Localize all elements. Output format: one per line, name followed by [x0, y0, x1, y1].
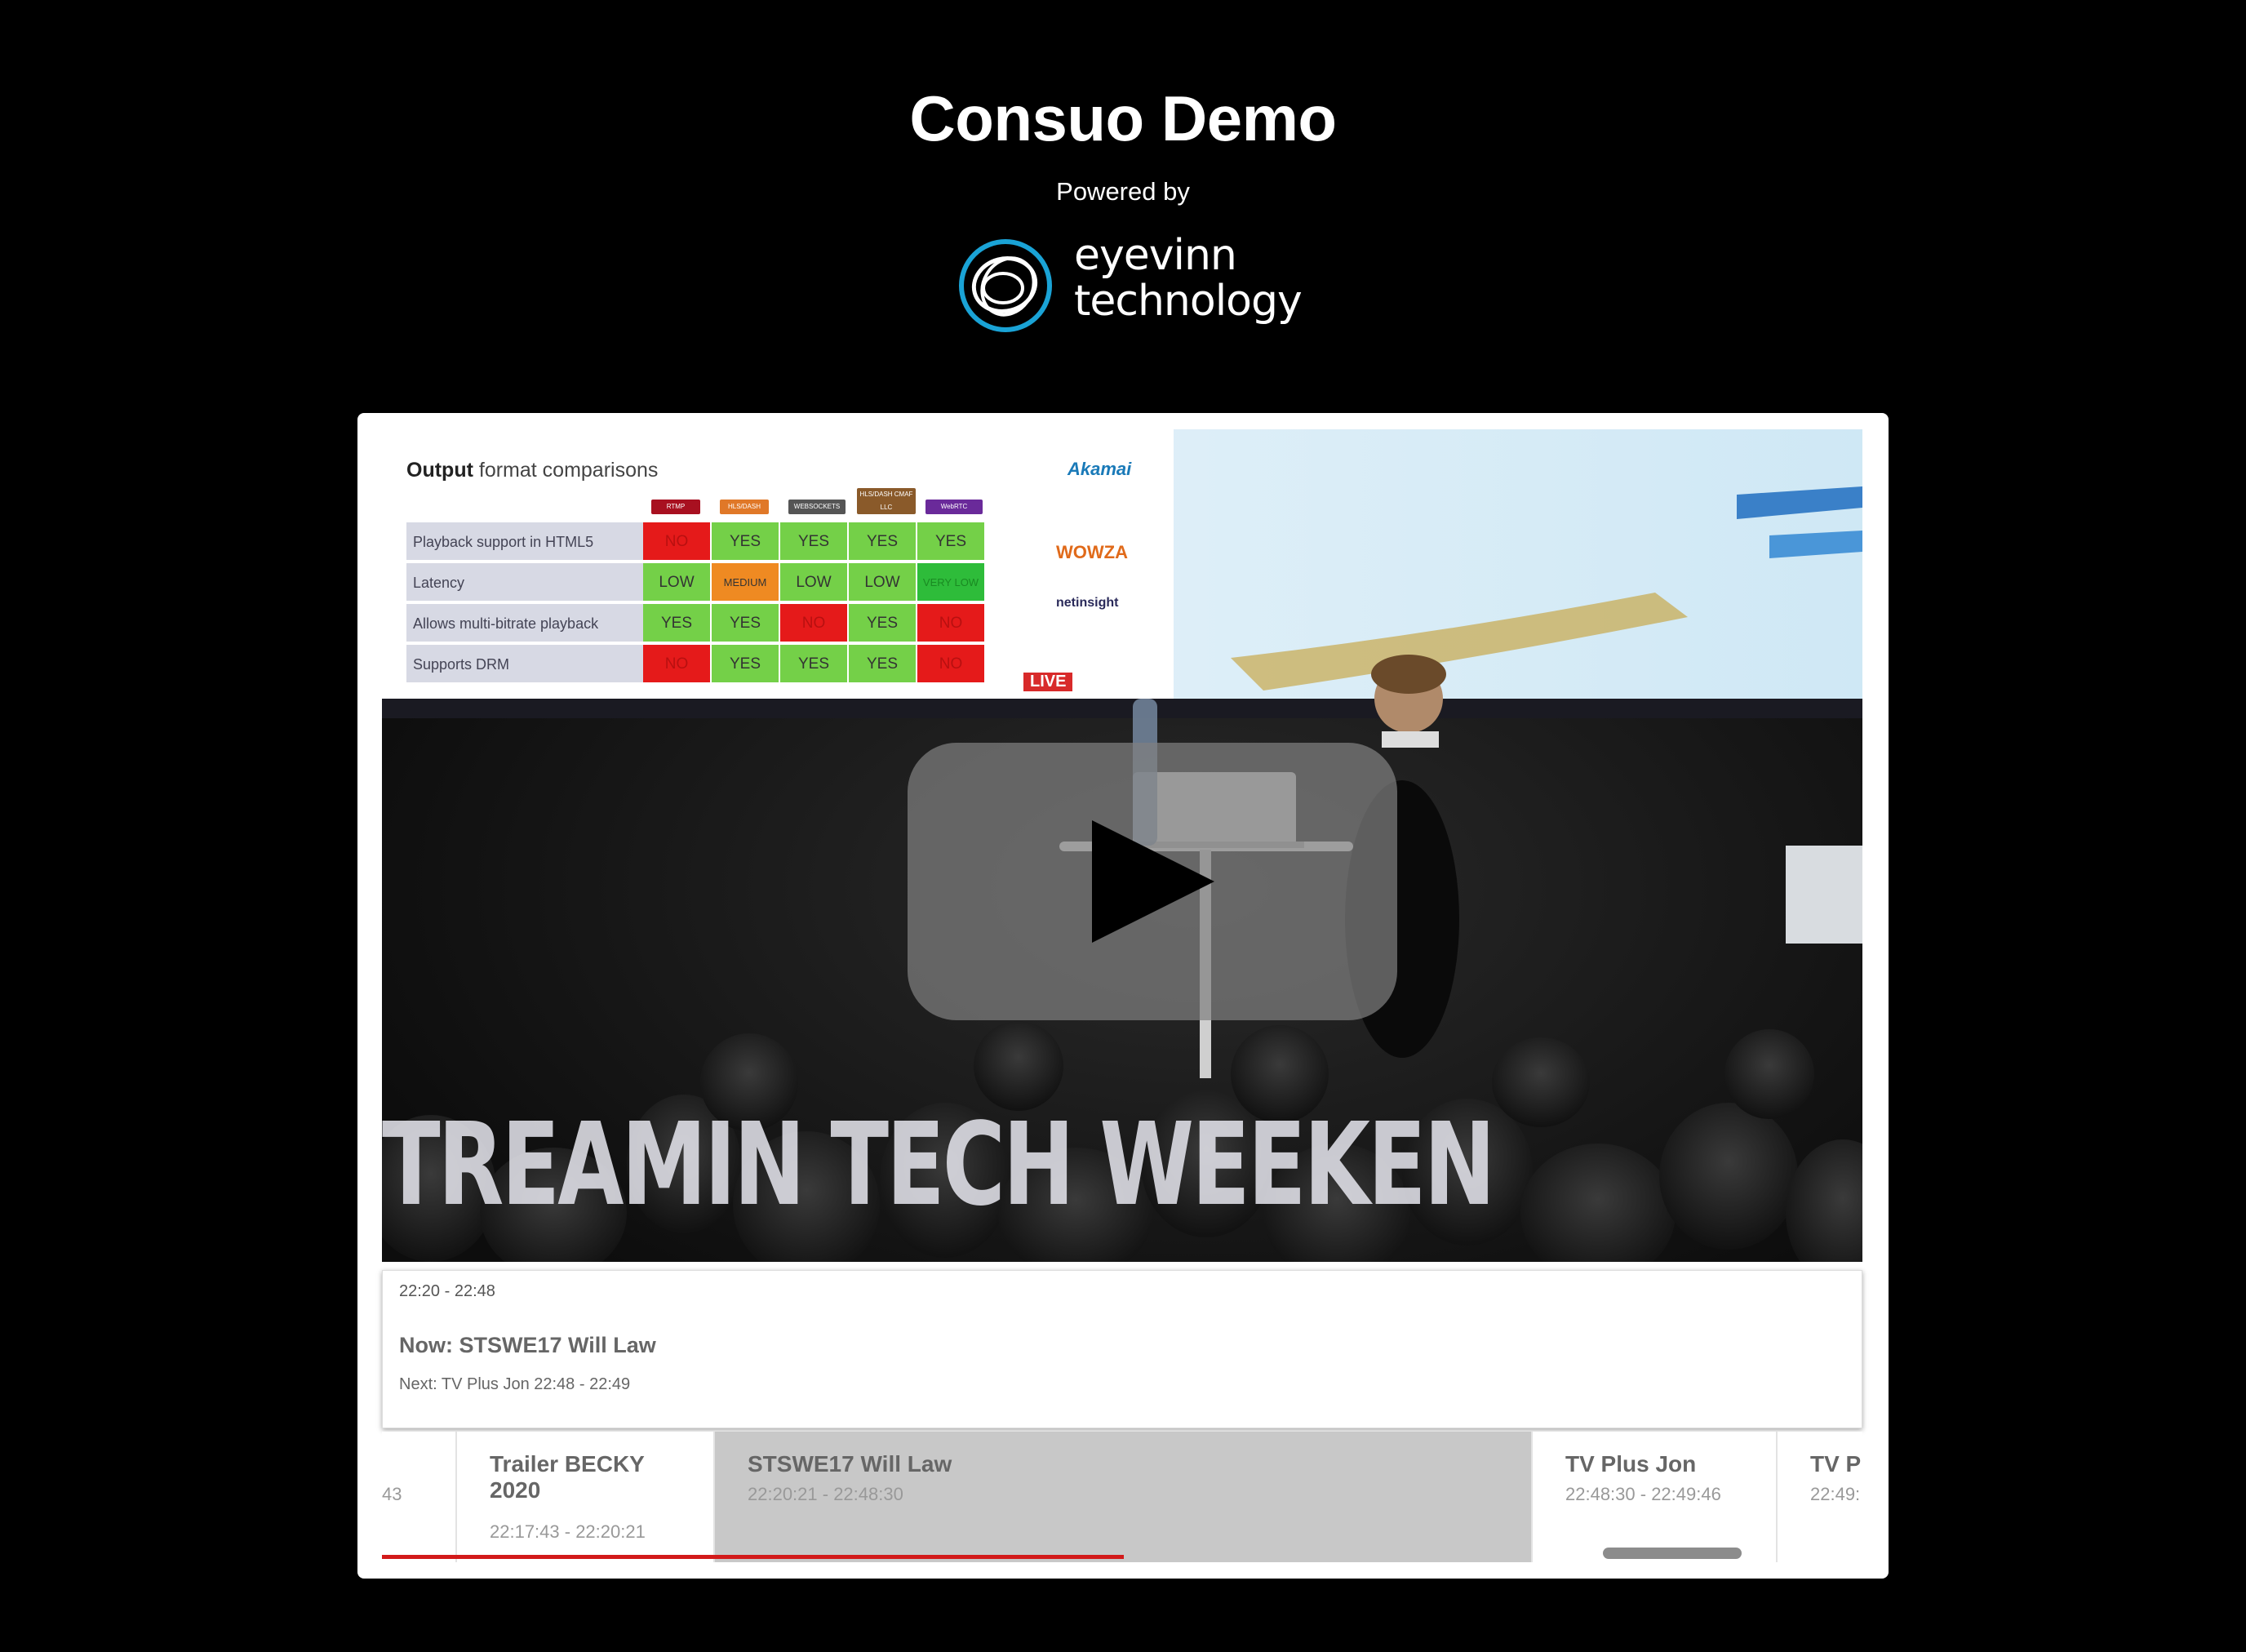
page-title: Consuo Demo	[909, 82, 1337, 154]
format-header-4: WebRTC	[925, 500, 983, 514]
table-cell: NO	[643, 522, 712, 562]
play-button[interactable]	[908, 743, 1397, 1020]
program-time: 22:20:21 - 22:48:30	[748, 1484, 903, 1504]
format-header-3: HLS/DASH CMAF LLC	[857, 488, 916, 514]
program-time: 22:49:	[1810, 1484, 1861, 1504]
table-cell: NO	[780, 604, 849, 643]
now-time-range: 22:20 - 22:48	[399, 1282, 495, 1300]
slide-table-row: Latency LOW MEDIUM LOW LOW VERY LOW	[406, 563, 1035, 604]
program-title: TV Pl	[1810, 1451, 1862, 1477]
table-cell: NO	[917, 645, 986, 684]
logo-text-line2: technology	[1074, 277, 1303, 326]
timeline-scrollbar[interactable]	[1603, 1548, 1742, 1559]
partner-logo-live: LIVE	[1023, 673, 1073, 691]
table-cell: YES	[712, 522, 780, 562]
play-icon	[1092, 820, 1214, 943]
slide-table-row: Playback support in HTML5 NO YES YES YES…	[406, 522, 1035, 563]
now-program-title: Now: STSWE17 Will Law	[399, 1333, 656, 1357]
slide-brand-logo: Akamai	[1068, 459, 1132, 479]
format-header-2: WEBSOCKETS	[788, 500, 846, 514]
program-time: 22:17:43 - 22:20:21	[490, 1521, 646, 1542]
eyevinn-logo-mark-icon	[959, 239, 1052, 332]
player-card: Output format comparisons Akamai RTMP HL…	[357, 413, 1889, 1579]
format-header-0: RTMP	[651, 500, 700, 514]
table-cell: YES	[849, 645, 917, 684]
slide-table-row: Allows multi-bitrate playback YES YES NO…	[406, 604, 1035, 645]
table-cell: YES	[917, 522, 986, 562]
timeline-item[interactable]: 43	[382, 1432, 457, 1562]
logo-text-line1: eyevinn	[1074, 231, 1237, 280]
program-progress-bar	[715, 1555, 1124, 1559]
table-cell: YES	[780, 645, 849, 684]
program-title: TV Plus Jon	[1565, 1451, 1697, 1477]
partner-logo-netinsight: netinsight	[1056, 596, 1119, 610]
program-title: Trailer BECKY 2020	[490, 1451, 645, 1503]
stage-signage-text: TREAMIN TECH WEEKEN	[382, 1099, 1496, 1232]
program-timeline[interactable]: 43 Trailer BECKY 2020 22:17:43 - 22:20:2…	[382, 1432, 1862, 1562]
table-cell: YES	[780, 522, 849, 562]
table-cell: YES	[849, 604, 917, 643]
table-cell: YES	[712, 604, 780, 643]
now-playing-panel: 22:20 - 22:48 Now: STSWE17 Will Law Next…	[382, 1270, 1862, 1428]
partner-logo-wowza: WOWZA	[1056, 542, 1128, 562]
table-cell: YES	[712, 645, 780, 684]
video-player[interactable]: Output format comparisons Akamai RTMP HL…	[382, 429, 1862, 1262]
format-header-1: HLS/DASH	[720, 500, 769, 514]
row-label: Supports DRM	[406, 645, 643, 684]
slide-table-row: Supports DRM NO YES YES YES NO	[406, 645, 1035, 686]
program-progress-bar	[457, 1555, 715, 1559]
program-title: STSWE17 Will Law	[748, 1451, 952, 1477]
table-cell: MEDIUM	[712, 563, 780, 602]
table-cell: LOW	[849, 563, 917, 602]
table-cell: LOW	[643, 563, 712, 602]
timeline-item[interactable]: TV Pl 22:49:	[1778, 1432, 1862, 1562]
table-cell: LOW	[780, 563, 849, 602]
program-time: 22:48:30 - 22:49:46	[1565, 1484, 1721, 1504]
timeline-item[interactable]: Trailer BECKY 2020 22:17:43 - 22:20:21	[457, 1432, 715, 1562]
row-label: Allows multi-bitrate playback	[406, 604, 643, 643]
timeline-item-current[interactable]: STSWE17 Will Law 22:20:21 - 22:48:30	[715, 1432, 1533, 1562]
powered-by-label: Powered by	[1056, 177, 1190, 206]
timeline-item[interactable]: TV Plus Jon 22:48:30 - 22:49:46	[1533, 1432, 1778, 1562]
table-cell: NO	[917, 604, 986, 643]
row-label: Playback support in HTML5	[406, 522, 643, 562]
table-cell: NO	[643, 645, 712, 684]
row-label: Latency	[406, 563, 643, 602]
program-time: 43	[382, 1484, 402, 1504]
eyevinn-logo: eyevinn technology	[957, 233, 1303, 339]
slide-title: Output format comparisons	[406, 459, 659, 482]
next-program-info: Next: TV Plus Jon 22:48 - 22:49	[399, 1375, 631, 1393]
table-cell: YES	[849, 522, 917, 562]
program-progress-bar	[382, 1555, 457, 1559]
table-cell: YES	[643, 604, 712, 643]
table-cell: VERY LOW	[917, 563, 986, 602]
